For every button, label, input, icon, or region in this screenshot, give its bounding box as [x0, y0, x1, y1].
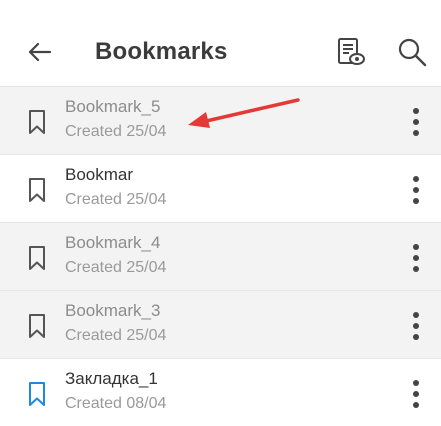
- back-arrow-icon[interactable]: [26, 38, 54, 66]
- more-options-icon[interactable]: [410, 173, 422, 207]
- bookmark-date: Created 25/04: [65, 259, 167, 276]
- more-options-icon[interactable]: [410, 105, 422, 139]
- more-options-icon[interactable]: [410, 377, 422, 411]
- bookmark-date: Created 25/04: [65, 123, 167, 140]
- bookmark-name: Bookmark_4: [65, 233, 161, 252]
- bookmark-name: Bookmar: [65, 165, 134, 184]
- bookmark-date: Created 25/04: [65, 327, 167, 344]
- annotation-arrow: [188, 98, 300, 128]
- bookmark-row[interactable]: Закладка_1 Created 08/04: [0, 358, 441, 426]
- bookmark-name: Bookmark_5: [65, 97, 161, 116]
- bookmark-icon: [29, 246, 45, 270]
- bookmark-row[interactable]: Bookmark_3 Created 25/04: [0, 290, 441, 358]
- bookmark-name: Bookmark_3: [65, 301, 161, 320]
- bookmark-row[interactable]: Bookmark_4 Created 25/04: [0, 222, 441, 290]
- bookmark-date: Created 08/04: [65, 395, 167, 412]
- page-title: Bookmarks: [95, 38, 228, 65]
- more-options-icon[interactable]: [410, 241, 422, 275]
- bookmark-icon: [29, 382, 45, 406]
- bookmark-name: Закладка_1: [65, 369, 158, 388]
- more-options-icon[interactable]: [410, 309, 422, 343]
- document-view-icon[interactable]: [334, 36, 366, 68]
- bookmark-date: Created 25/04: [65, 191, 167, 208]
- bookmark-icon: [29, 314, 45, 338]
- bookmark-list: Bookmark_5 Created 25/04 Bookmar Created 25…: [0, 86, 441, 426]
- bookmark-row[interactable]: Bookmar Created 25/04: [0, 154, 441, 222]
- bookmark-icon: [29, 110, 45, 134]
- search-icon[interactable]: [396, 36, 428, 68]
- bookmark-icon: [29, 178, 45, 202]
